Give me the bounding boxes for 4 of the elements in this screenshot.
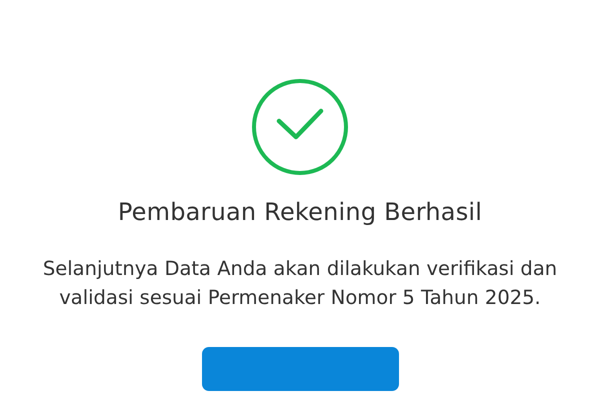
check-circle-icon	[251, 78, 349, 176]
info-message: Selanjutnya Data Anda akan dilakukan verifikasi dan validasi sesuai Permenaker Nomor 5 Tahun 2025.	[42, 256, 558, 311]
success-title: Pembaruan Rekening Berhasil	[118, 198, 482, 226]
action-button[interactable]	[202, 347, 398, 391]
